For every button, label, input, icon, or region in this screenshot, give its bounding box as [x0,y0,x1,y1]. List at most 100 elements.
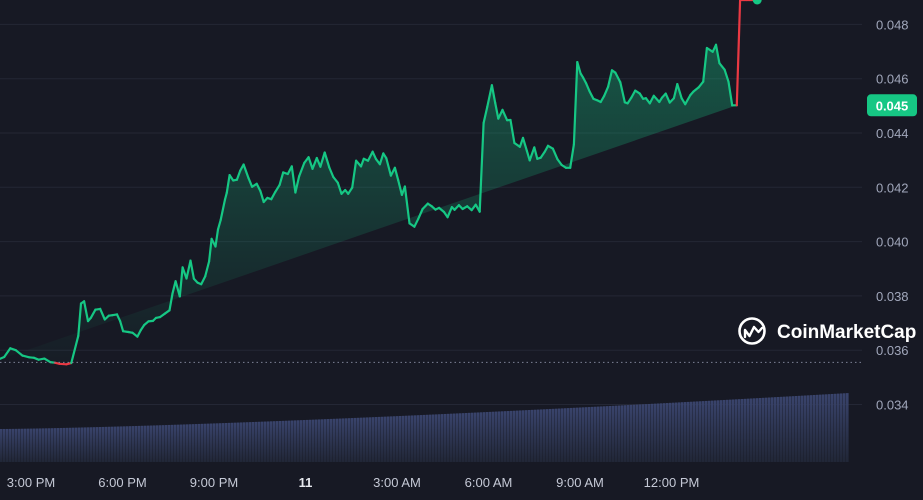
volume-bar [261,422,264,462]
volume-bar [519,410,522,462]
volume-bar [264,422,267,462]
volume-bar [531,410,534,462]
volume-bar [645,404,648,462]
volume-bar [108,427,111,462]
volume-bar [399,416,402,462]
volume-bar [786,397,789,462]
volume-bar [840,393,843,462]
volume-bar [492,412,495,462]
volume-bar [618,406,621,462]
volume-bar [669,403,672,462]
volume-bar [441,414,444,462]
volume-bar [102,427,105,462]
volume-bar [57,428,60,462]
volume-bar [639,404,642,462]
volume-bar [45,428,48,462]
volume-bar [141,426,144,462]
current-price-dot[interactable] [753,0,762,5]
volume-bar [468,413,471,462]
volume-bar [420,415,423,462]
volume-bar [321,419,324,462]
volume-bar [564,408,567,462]
volume-bar [504,411,507,462]
volume-bar [252,422,255,462]
volume-bar [93,427,96,462]
volume-bar [342,418,345,462]
volume-bar [201,424,204,462]
y-tick-label: 0.046 [876,72,909,87]
volume-bar [21,429,24,462]
volume-bar [429,415,432,462]
volume-bar [600,406,603,462]
volume-bar [498,411,501,462]
volume-bar [507,411,510,462]
volume-bar [480,412,483,462]
price-segment [117,314,120,321]
volume-bar [366,417,369,462]
volume-bar [255,422,258,462]
volume-bar [834,394,837,462]
volume-bar [846,393,849,462]
volume-bar [690,402,693,462]
volume-bar [612,406,615,462]
chart-area[interactable]: 0.0340.0360.0380.0400.0420.0440.0460.048… [0,0,923,495]
volume-bar [123,426,126,462]
volume-bar [198,424,201,462]
volume-bar [486,412,489,462]
volume-bar [711,401,714,462]
price-chart[interactable]: 0.0340.0360.0380.0400.0420.0440.0460.048… [0,0,923,495]
volume-bar [573,408,576,462]
volume-bar [648,404,651,462]
volume-bar [336,419,339,462]
volume-bar [135,426,138,462]
volume-bar [543,409,546,462]
volume-bar [570,408,573,462]
volume-bar [186,424,189,462]
x-tick-label: 6:00 AM [465,475,513,490]
volume-bar [333,419,336,462]
volume-bar [168,425,171,462]
volume-bar [360,418,363,462]
volume-bar [843,393,846,462]
volume-bar [714,400,717,462]
volume-bar [273,421,276,462]
volume-bar [9,429,12,462]
volume-bar [246,422,249,462]
volume-bar [30,429,33,462]
y-tick-label: 0.042 [876,180,909,195]
volume-bar [603,406,606,462]
volume-bar [39,428,42,462]
volume-bar [345,418,348,462]
volume-bar [447,414,450,462]
volume-bar [288,421,291,462]
volume-bar [624,405,627,462]
volume-bar [147,426,150,462]
y-tick-label: 0.048 [876,17,909,32]
volume-bar [432,415,435,462]
volume-bar [588,407,591,462]
volume-bar [18,429,21,462]
volume-bar [729,400,732,462]
volume-bar [369,417,372,462]
volume-bar [171,425,174,462]
volume-bar [717,400,720,462]
volume-bar [180,425,183,462]
volume-bar [483,412,486,462]
volume-bar [723,400,726,462]
volume-bar [303,420,306,462]
x-tick-label: 3:00 PM [7,475,55,490]
volume-bar [96,427,99,462]
volume-bar [207,424,210,462]
volume-bar [372,417,375,462]
watermark-text: CoinMarketCap [777,322,916,343]
x-tick-label: 3:00 AM [373,475,421,490]
volume-bar [762,398,765,462]
volume-bar [363,418,366,462]
volume-bar [837,394,840,462]
volume-bar [552,409,555,462]
volume-bar [585,407,588,462]
volume-bar [810,395,813,462]
volume-bar [237,423,240,462]
volume-bar [144,426,147,462]
volume-bar [339,419,342,462]
